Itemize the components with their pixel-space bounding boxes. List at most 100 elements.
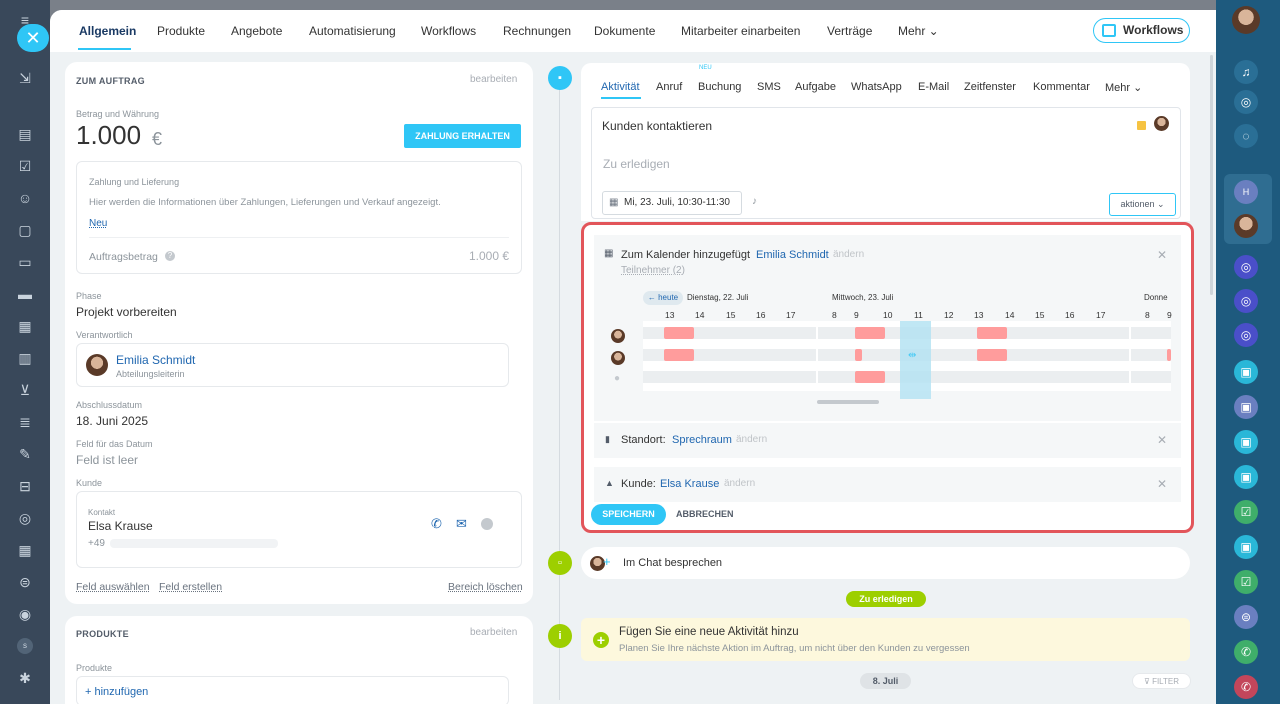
pin-icon[interactable]: ⇲ (17, 70, 33, 86)
tab-kommentar[interactable]: Kommentar (1033, 81, 1090, 93)
check-icon[interactable]: ☑ (1234, 500, 1258, 524)
layers-icon[interactable]: ≣ (17, 414, 33, 430)
responsible-name[interactable]: Emilia Schmidt (116, 353, 195, 367)
openline-icon[interactable]: ◎ (1234, 289, 1258, 313)
chat-icon[interactable]: ▭ (17, 254, 33, 270)
lock-icon[interactable]: ▣ (1234, 465, 1258, 489)
responsible-box[interactable]: Emilia Schmidt Abteilungsleiterin (76, 343, 509, 387)
settings-icon[interactable]: ✱ (17, 670, 33, 686)
task-icon[interactable]: ☑ (17, 158, 33, 174)
user-avatar[interactable] (1232, 6, 1260, 34)
crm-icon[interactable]: ▦ (17, 318, 33, 334)
lock-icon[interactable]: ▣ (1234, 395, 1258, 419)
robot-icon[interactable]: ⊜ (1234, 605, 1258, 629)
contact-phone[interactable]: +49 (88, 538, 105, 549)
check-icon[interactable]: ☑ (1234, 570, 1258, 594)
help-icon[interactable]: ? (165, 251, 175, 261)
tab-produkte[interactable]: Produkte (157, 24, 205, 38)
task-avatar[interactable] (1154, 116, 1169, 131)
robot-icon[interactable]: ⊜ (17, 574, 33, 590)
filter-button[interactable]: ⊽ FILTER (1132, 673, 1191, 689)
phone-icon[interactable]: ✆ (1234, 675, 1258, 699)
close-date-value[interactable]: 18. Juni 2025 (76, 414, 148, 428)
products-add-box[interactable]: + hinzufügen (76, 676, 509, 704)
contacts-icon[interactable]: ☺ (17, 190, 33, 206)
flag-icon[interactable] (1137, 121, 1146, 130)
phone-icon[interactable]: ✆ (1234, 640, 1258, 664)
tab-aktivitaet[interactable]: Aktivität (601, 81, 640, 93)
tab-dokumente[interactable]: Dokumente (594, 24, 655, 38)
tab-vertraege[interactable]: Verträge (827, 24, 872, 38)
contact-name[interactable]: Elsa Krause (88, 519, 153, 533)
customer-change-link[interactable]: ändern (724, 478, 755, 489)
amount-value[interactable]: 1.000 (76, 120, 141, 151)
tab-anruf[interactable]: Anruf (656, 81, 682, 93)
location-change-link[interactable]: ändern (736, 434, 767, 445)
bell-icon[interactable]: ♫ (1234, 60, 1258, 84)
cart-icon[interactable]: ⊻ (17, 382, 33, 398)
contact-avatar[interactable] (1234, 214, 1258, 238)
save-button[interactable]: SPEICHERN (591, 504, 666, 525)
task-description[interactable]: Zu erledigen (603, 157, 670, 171)
create-field-link[interactable]: Feld erstellen (159, 581, 222, 593)
tab-workflows[interactable]: Workflows (421, 24, 476, 38)
products-edit-link[interactable]: bearbeiten (470, 627, 517, 638)
vertical-scrollbar[interactable] (1210, 55, 1213, 295)
actions-button[interactable]: aktionen ⌄ (1109, 193, 1176, 216)
document-icon[interactable]: ▤ (17, 126, 33, 142)
calendar-change-link[interactable]: ändern (833, 249, 864, 260)
selected-timeslot[interactable]: ⇹ (900, 321, 931, 399)
workflows-button[interactable]: Workflows (1093, 18, 1190, 43)
calendar-person[interactable]: Emilia Schmidt (756, 249, 829, 261)
date-field-value[interactable]: Feld ist leer (76, 453, 138, 467)
today-button[interactable]: ← heute (643, 291, 683, 305)
tab-buchung[interactable]: Buchung (698, 81, 741, 93)
drag-handle-icon[interactable]: ⇹ (908, 350, 916, 361)
edit-icon[interactable]: ✎ (17, 446, 33, 462)
close-icon[interactable]: ✕ (1157, 477, 1167, 491)
support-icon[interactable]: ◎ (17, 510, 33, 526)
customer-row-value[interactable]: Elsa Krause (660, 478, 719, 490)
horizontal-scrollbar[interactable] (817, 400, 879, 404)
phase-value[interactable]: Projekt vorbereiten (76, 305, 177, 319)
tab-automatisierung[interactable]: Automatisierung (309, 24, 396, 38)
tab-zeitfenster[interactable]: Zeitfenster (964, 81, 1016, 93)
close-icon[interactable]: ✕ (1157, 248, 1167, 262)
pulse-icon[interactable]: ◎ (1234, 90, 1258, 114)
mail-icon[interactable]: ✉ (456, 516, 467, 532)
participants-link[interactable]: Teilnehmer (2) (621, 265, 685, 276)
lock-icon[interactable]: ▣ (1234, 360, 1258, 384)
location-value[interactable]: Sprechraum (672, 434, 732, 446)
close-icon[interactable]: ✕ (1157, 433, 1167, 447)
openline-icon[interactable]: ◎ (1234, 323, 1258, 347)
phone-icon[interactable]: ✆ (431, 516, 442, 532)
tab-email[interactable]: E-Mail (918, 81, 949, 93)
cancel-button[interactable]: ABBRECHEN (676, 509, 734, 519)
tab-mitarbeiter-einarbeiten[interactable]: Mitarbeiter einarbeiten (681, 24, 800, 38)
inbox-icon[interactable]: ⊟ (17, 478, 33, 494)
add-activity-banner[interactable]: + Fügen Sie eine neue Aktivität hinzu Pl… (581, 618, 1190, 661)
target-icon[interactable]: ◉ (17, 606, 33, 622)
receive-payment-button[interactable]: ZAHLUNG ERHALTEN (404, 124, 521, 148)
letter-h-icon[interactable]: H (1234, 180, 1258, 204)
task-title[interactable]: Kunden kontaktieren (602, 119, 712, 133)
chat-row[interactable]: + Im Chat besprechen (581, 547, 1190, 579)
add-product-link[interactable]: + hinzufügen (85, 686, 148, 698)
new-payment-link[interactable]: Neu (89, 218, 107, 229)
bell-icon[interactable]: ♪ (752, 196, 757, 207)
order-edit-link[interactable]: bearbeiten (470, 74, 517, 85)
chart-icon[interactable]: ▥ (17, 350, 33, 366)
letter-s-icon[interactable]: s (17, 638, 33, 654)
task-date-chip[interactable]: ▦ Mi, 23. Juli, 10:30-11:30 (602, 191, 742, 215)
tab-mehr[interactable]: Mehr ⌄ (898, 24, 939, 38)
tab-sms[interactable]: SMS (757, 81, 781, 93)
calendar-grid-icon[interactable]: ▦ (17, 542, 33, 558)
delete-section-link[interactable]: Bereich löschen (448, 581, 523, 593)
tab-aufgabe[interactable]: Aufgabe (795, 81, 836, 93)
tab-allgemein[interactable]: Allgemein (79, 24, 136, 38)
card-icon[interactable]: ▬ (17, 286, 33, 302)
tab-rechnungen[interactable]: Rechnungen (503, 24, 571, 38)
tab-whatsapp[interactable]: WhatsApp (851, 81, 902, 93)
lock-icon[interactable]: ▣ (1234, 430, 1258, 454)
select-field-link[interactable]: Feld auswählen (76, 581, 150, 593)
